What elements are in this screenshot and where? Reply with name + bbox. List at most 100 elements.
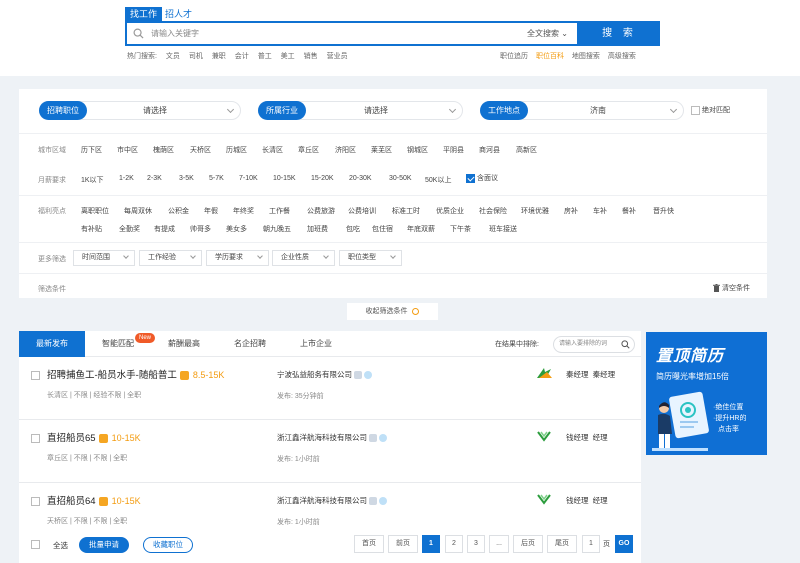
benefit-option[interactable]: 每周双休 xyxy=(124,206,152,216)
salary-option[interactable]: 1-2K xyxy=(119,175,134,182)
category-select[interactable]: 招聘职位 请选择 xyxy=(39,101,241,120)
hot-term[interactable]: 美工 xyxy=(281,53,295,60)
benefit-option[interactable]: 包吃 xyxy=(346,224,360,234)
hot-term[interactable]: 司机 xyxy=(189,53,203,60)
benefit-option[interactable]: 社会保险 xyxy=(479,206,507,216)
benefit-option[interactable]: 公费培训 xyxy=(348,206,376,216)
district-option[interactable]: 市中区 xyxy=(117,145,138,155)
tab-hire-talent[interactable]: 招人才 xyxy=(165,7,192,21)
page-next[interactable]: 后页 xyxy=(513,535,543,553)
more-filter-dropdown[interactable]: 学历要求 xyxy=(206,250,269,266)
salary-option[interactable]: 50K以上 xyxy=(425,175,451,185)
link-job-history[interactable]: 职位追历 xyxy=(500,53,528,60)
link-advanced-search[interactable]: 高级搜索 xyxy=(608,53,636,60)
benefit-option[interactable]: 帅哥多 xyxy=(190,224,211,234)
salary-option[interactable]: 30-50K xyxy=(389,175,412,182)
benefit-option[interactable]: 年底双薪 xyxy=(407,224,435,234)
salary-option[interactable]: 20-30K xyxy=(349,175,372,182)
negotiable-toggle[interactable]: 含面议 xyxy=(466,173,498,183)
district-option[interactable]: 历下区 xyxy=(81,145,102,155)
page-3[interactable]: 3 xyxy=(467,535,485,553)
collapse-filters-button[interactable]: 收起筛选条件 xyxy=(347,303,438,320)
more-filter-dropdown[interactable]: 企业性质 xyxy=(272,250,335,266)
negotiable-checkbox[interactable] xyxy=(466,173,475,183)
tab-find-job[interactable]: 找工作 xyxy=(125,7,162,21)
district-option[interactable]: 天桥区 xyxy=(190,145,211,155)
favorite-jobs-button[interactable]: 收藏职位 xyxy=(143,537,193,553)
company-name[interactable]: 宁波弘益船务有限公司 xyxy=(277,369,372,380)
more-filter-dropdown[interactable]: 时间范围 xyxy=(73,250,135,266)
tab-highest-salary[interactable]: 薪酬最高 xyxy=(151,331,217,357)
job-title[interactable]: 直招船员65 10-15K xyxy=(47,430,141,444)
benefit-option[interactable]: 公积金 xyxy=(168,206,189,216)
company-name[interactable]: 浙江鑫洋航海科技有限公司 xyxy=(277,495,387,506)
district-option[interactable]: 历城区 xyxy=(226,145,247,155)
benefit-option[interactable]: 美女多 xyxy=(226,224,247,234)
district-option[interactable]: 槐荫区 xyxy=(153,145,174,155)
exact-match-checkbox[interactable] xyxy=(691,105,700,115)
tab-listed-companies[interactable]: 上市企业 xyxy=(283,331,349,357)
batch-apply-button[interactable]: 批量申请 xyxy=(79,537,129,553)
hot-term[interactable]: 销售 xyxy=(304,53,318,60)
benefit-option[interactable]: 年终奖 xyxy=(233,206,254,216)
benefit-option[interactable]: 朝九晚五 xyxy=(263,224,291,234)
district-option[interactable]: 莱芜区 xyxy=(371,145,392,155)
select-all-checkbox[interactable] xyxy=(31,540,40,549)
more-filter-dropdown[interactable]: 职位类型 xyxy=(339,250,402,266)
clear-conditions-button[interactable]: 清空条件 xyxy=(713,283,750,293)
benefit-option[interactable]: 离职职位 xyxy=(81,206,109,216)
industry-select[interactable]: 所属行业 请选择 xyxy=(258,101,463,120)
benefit-option[interactable]: 有提成 xyxy=(154,224,175,234)
benefit-option[interactable]: 环境优雅 xyxy=(521,206,549,216)
job-row[interactable]: 招聘捕鱼工-船员水手-随船普工 8.5-15K 长清区 | 不限 | 经验不限 |… xyxy=(19,358,641,420)
page-2[interactable]: 2 xyxy=(445,535,463,553)
search-button[interactable]: 搜 索 xyxy=(579,21,660,46)
hot-term[interactable]: 会计 xyxy=(235,53,249,60)
exact-match-toggle[interactable]: 绝对匹配 xyxy=(691,105,730,115)
search-type-select[interactable]: 全文搜索 ⌄ xyxy=(527,23,568,44)
salary-option[interactable]: 2-3K xyxy=(147,175,162,182)
district-option[interactable]: 商河县 xyxy=(479,145,500,155)
search-input[interactable]: 请输入关键字 xyxy=(151,23,199,44)
salary-option[interactable]: 5-7K xyxy=(209,175,224,182)
job-row[interactable]: 直招船员65 10-15K 章丘区 | 不限 | 不限 | 全职 浙江鑫洋航海科技… xyxy=(19,421,641,483)
benefit-option[interactable]: 标准工时 xyxy=(392,206,420,216)
job-checkbox[interactable] xyxy=(31,434,40,443)
benefit-option[interactable]: 晋升快 xyxy=(653,206,674,216)
page-1[interactable]: 1 xyxy=(422,535,440,553)
more-filter-dropdown[interactable]: 工作经验 xyxy=(139,250,202,266)
benefit-option[interactable]: 有补贴 xyxy=(81,224,102,234)
benefit-option[interactable]: 加班费 xyxy=(307,224,328,234)
benefit-option[interactable]: 班车接送 xyxy=(489,224,517,234)
district-option[interactable]: 平阴县 xyxy=(443,145,464,155)
link-map-search[interactable]: 地图搜索 xyxy=(572,53,600,60)
district-option[interactable]: 长清区 xyxy=(262,145,283,155)
benefit-option[interactable]: 优质企业 xyxy=(436,206,464,216)
page-number-input[interactable]: 1 xyxy=(582,535,600,553)
tab-latest[interactable]: 最新发布 xyxy=(19,331,85,357)
page-last[interactable]: 尾页 xyxy=(547,535,577,553)
page-prev[interactable]: 前页 xyxy=(388,535,418,553)
district-option[interactable]: 济阳区 xyxy=(335,145,356,155)
benefit-option[interactable]: 公费旅游 xyxy=(307,206,335,216)
salary-option[interactable]: 3-5K xyxy=(179,175,194,182)
company-name[interactable]: 浙江鑫洋航海科技有限公司 xyxy=(277,432,387,443)
promo-banner[interactable]: 置顶简历 简历曝光率增加15倍 ·绝佳位置 ·提升HR的 点击率 xyxy=(646,332,767,455)
benefit-option[interactable]: 包住宿 xyxy=(372,224,393,234)
hot-term[interactable]: 营业员 xyxy=(327,53,348,60)
salary-option[interactable]: 15-20K xyxy=(311,175,334,182)
job-checkbox[interactable] xyxy=(31,497,40,506)
district-option[interactable]: 章丘区 xyxy=(298,145,319,155)
hot-term[interactable]: 兼职 xyxy=(212,53,226,60)
salary-option[interactable]: 10-15K xyxy=(273,175,296,182)
benefit-option[interactable]: 年假 xyxy=(204,206,218,216)
benefit-option[interactable]: 餐补 xyxy=(622,206,636,216)
tab-famous-companies[interactable]: 名企招聘 xyxy=(217,331,283,357)
benefit-option[interactable]: 全勤奖 xyxy=(119,224,140,234)
salary-option[interactable]: 1K以下 xyxy=(81,175,104,185)
go-button[interactable]: GO xyxy=(615,535,633,553)
district-option[interactable]: 高新区 xyxy=(516,145,537,155)
salary-option[interactable]: 7-10K xyxy=(239,175,258,182)
job-title[interactable]: 直招船员64 10-15K xyxy=(47,493,141,507)
benefit-option[interactable]: 下午茶 xyxy=(450,224,471,234)
